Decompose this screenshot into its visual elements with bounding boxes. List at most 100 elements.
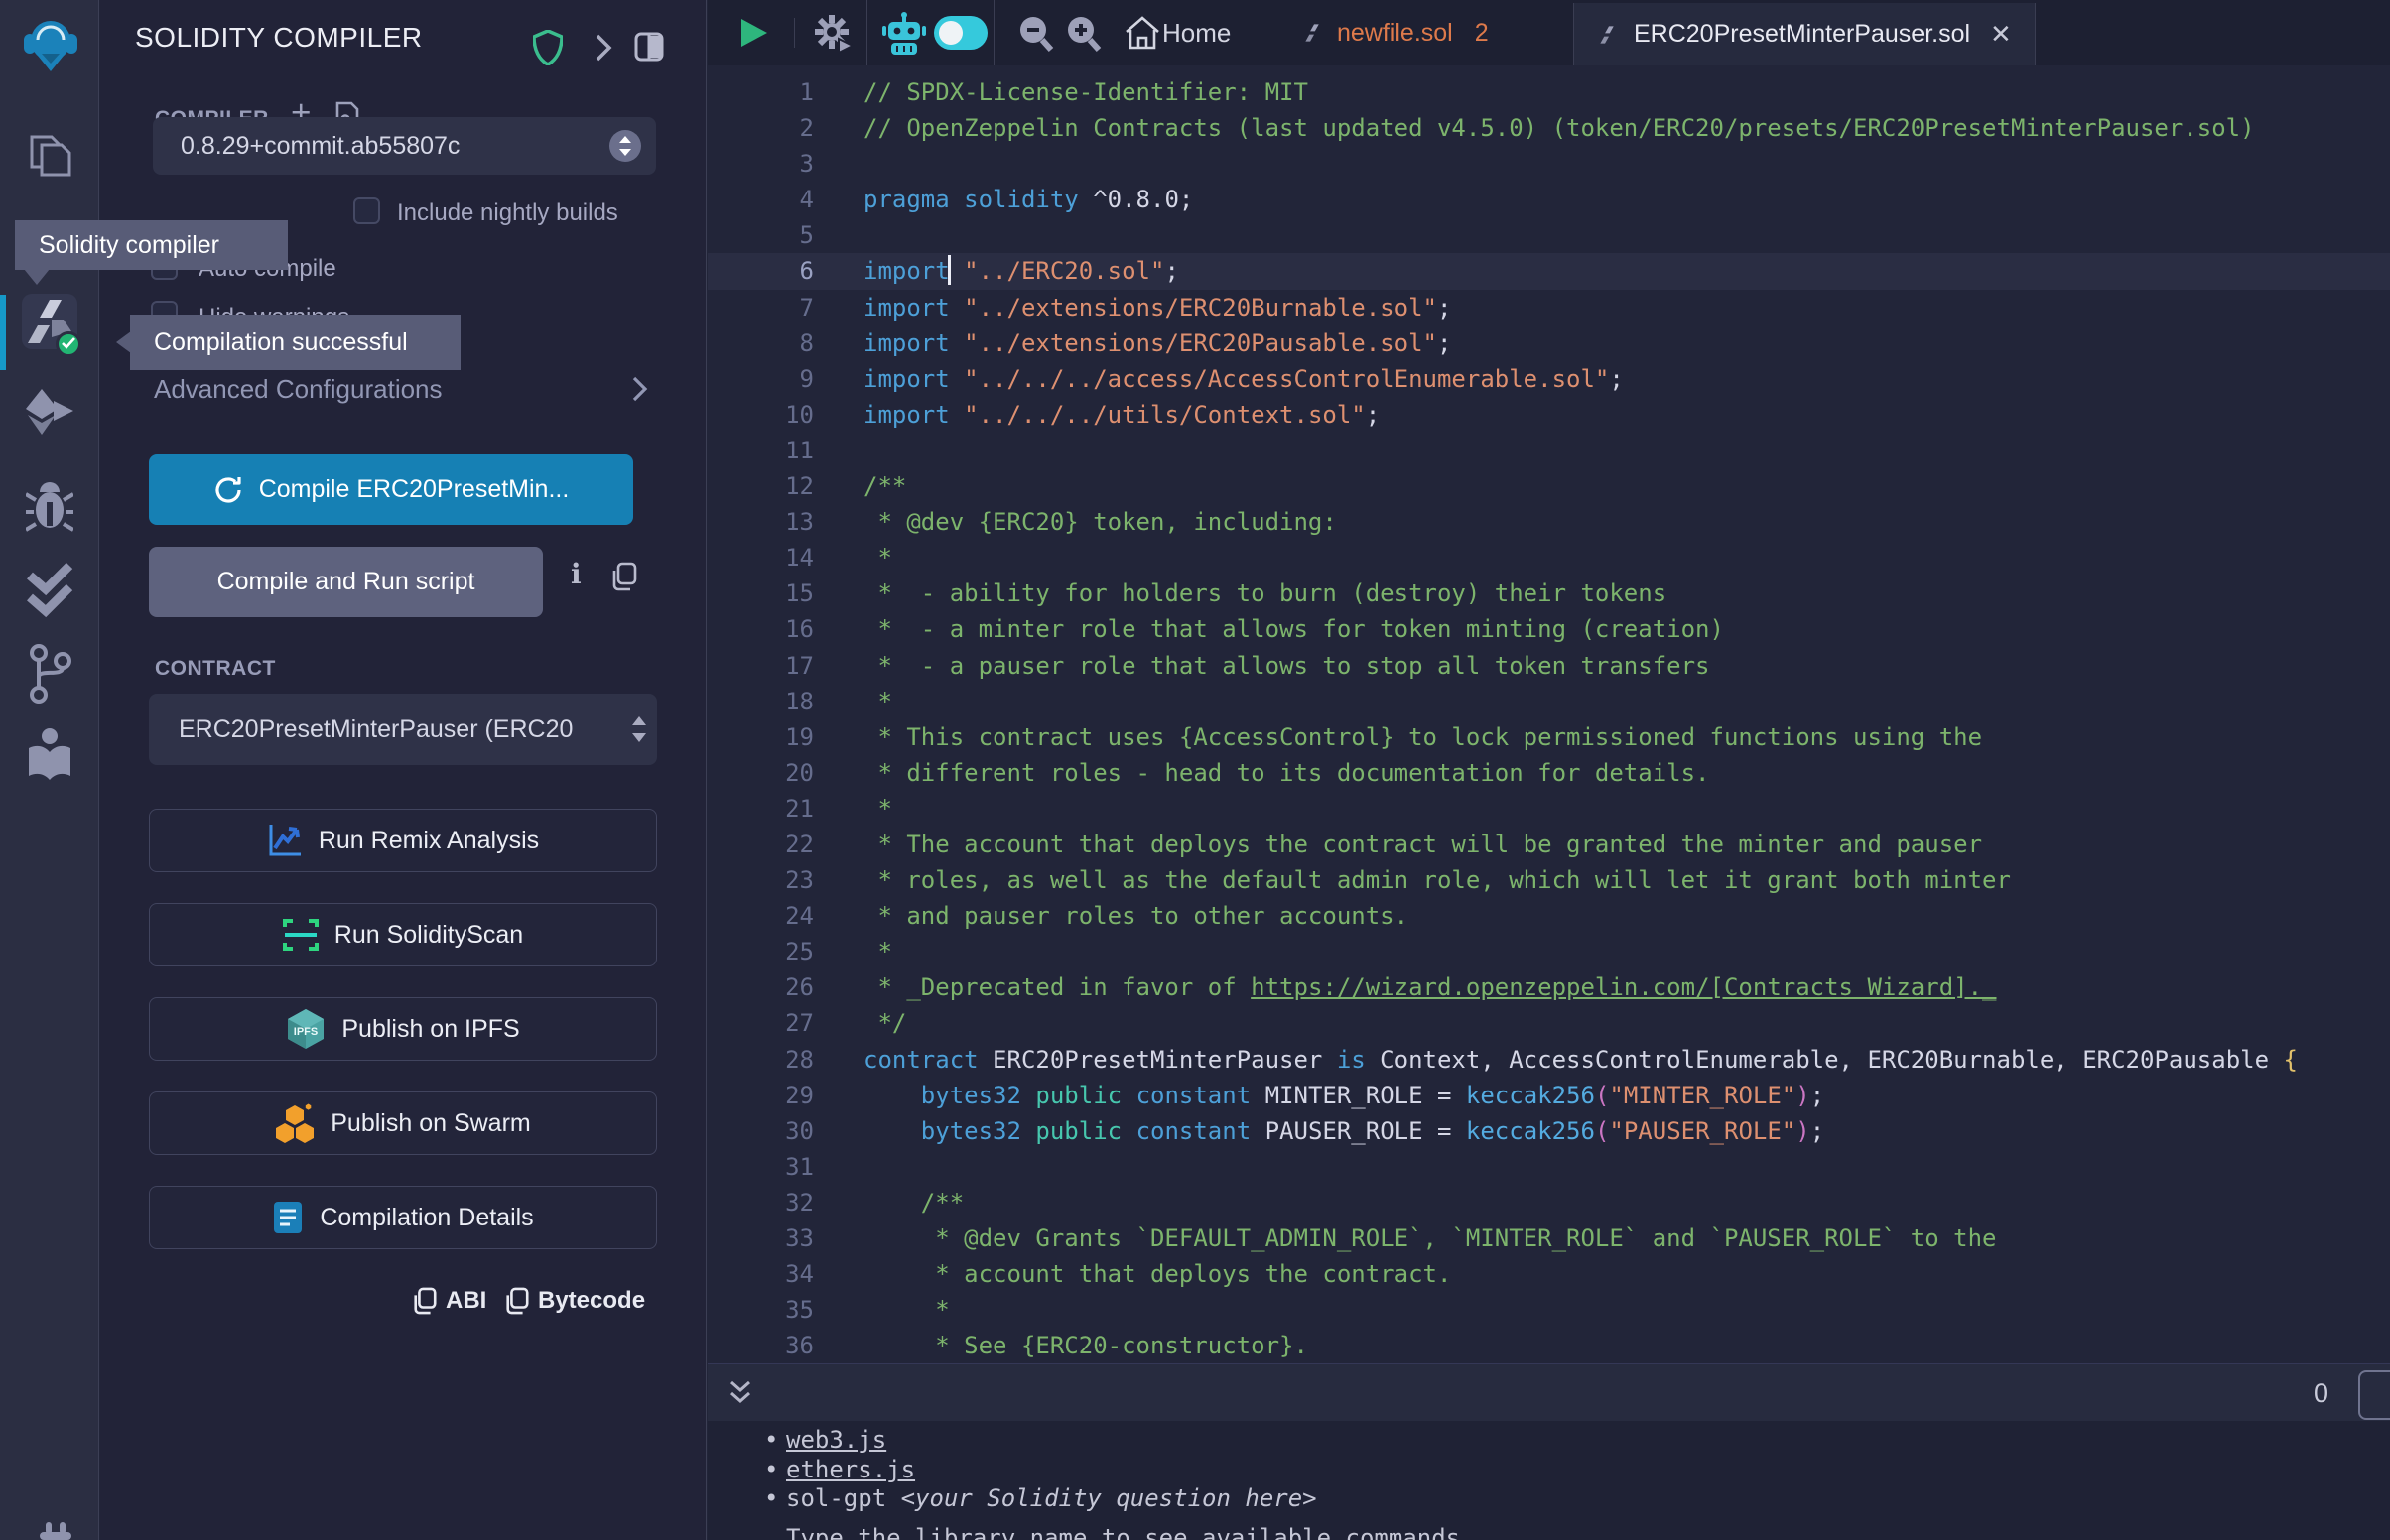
ipfs-icon: IPFS bbox=[286, 1008, 326, 1050]
code-line[interactable]: 6import "../ERC20.sol"; bbox=[708, 253, 2390, 289]
code-line[interactable]: 32 /** bbox=[708, 1185, 2390, 1220]
nightly-builds-label[interactable]: Include nightly builds bbox=[397, 199, 618, 227]
code-line[interactable]: 7import "../extensions/ERC20Burnable.sol… bbox=[708, 290, 2390, 325]
line-number: 29 bbox=[708, 1078, 814, 1113]
code-line[interactable]: 1// SPDX-License-Identifier: MIT bbox=[708, 74, 2390, 110]
code-line[interactable]: 21 * bbox=[708, 791, 2390, 827]
code-line[interactable]: 18 * bbox=[708, 684, 2390, 719]
line-number: 28 bbox=[708, 1042, 814, 1078]
publish-swarm-button[interactable]: Publish on Swarm bbox=[149, 1091, 657, 1155]
abi-label: ABI bbox=[446, 1287, 486, 1315]
script-config-gear-icon[interactable] bbox=[813, 13, 855, 55]
code-editor[interactable]: 1// SPDX-License-Identifier: MIT2// Open… bbox=[708, 65, 2390, 1363]
editor-area: Home newfile.sol 2 ERC20PresetMinterPaus… bbox=[708, 0, 2390, 1540]
deploy-run-icon[interactable] bbox=[24, 387, 75, 449]
code-line[interactable]: 16 * - a minter role that allows for tok… bbox=[708, 611, 2390, 647]
advanced-configurations[interactable]: Advanced Configurations bbox=[154, 374, 443, 405]
terminal-list-item[interactable]: •web3.js bbox=[764, 1426, 2390, 1456]
publish-ipfs-button[interactable]: IPFS Publish on IPFS bbox=[149, 997, 657, 1061]
code-line[interactable]: 28contract ERC20PresetMinterPauser is Co… bbox=[708, 1042, 2390, 1078]
compile-run-script-button[interactable]: Compile and Run script bbox=[149, 547, 543, 617]
line-number: 24 bbox=[708, 898, 814, 934]
close-tab-icon[interactable]: ✕ bbox=[1990, 19, 2012, 50]
code-line[interactable]: 2// OpenZeppelin Contracts (last updated… bbox=[708, 110, 2390, 146]
line-number: 32 bbox=[708, 1185, 814, 1220]
terminal-search-box[interactable] bbox=[2358, 1370, 2390, 1420]
code-line[interactable]: 34 * account that deploys the contract. bbox=[708, 1256, 2390, 1292]
remix-ai-robot-icon[interactable] bbox=[882, 11, 926, 57]
compiler-version-select[interactable]: 0.8.29+commit.ab55807c bbox=[153, 117, 656, 175]
code-line[interactable]: 20 * different roles - head to its docum… bbox=[708, 755, 2390, 791]
code-line[interactable]: 5 bbox=[708, 217, 2390, 253]
code-line[interactable]: 26 * _Deprecated in favor of https://wiz… bbox=[708, 969, 2390, 1005]
line-number: 1 bbox=[708, 74, 814, 110]
code-line[interactable]: 14 * bbox=[708, 540, 2390, 576]
code-line[interactable]: 24 * and pauser roles to other accounts. bbox=[708, 898, 2390, 934]
code-line[interactable]: 15 * - ability for holders to burn (dest… bbox=[708, 576, 2390, 611]
static-analysis-icon[interactable] bbox=[26, 562, 73, 621]
code-line[interactable]: 9import "../../../access/AccessControlEn… bbox=[708, 361, 2390, 397]
tab-newfile-label: newfile.sol bbox=[1337, 19, 1453, 48]
zoom-out-icon[interactable] bbox=[1017, 15, 1055, 53]
code-line[interactable]: 36 * See {ERC20-constructor}. bbox=[708, 1328, 2390, 1363]
zoom-in-icon[interactable] bbox=[1065, 15, 1103, 53]
code-line[interactable]: 31 bbox=[708, 1149, 2390, 1185]
run-solidityscan-button[interactable]: Run SolidityScan bbox=[149, 903, 657, 966]
compilation-details-button[interactable]: Compilation Details bbox=[149, 1186, 657, 1249]
line-number: 36 bbox=[708, 1328, 814, 1363]
nightly-builds-checkbox[interactable] bbox=[353, 197, 380, 224]
code-line[interactable]: 27 */ bbox=[708, 1005, 2390, 1041]
info-icon[interactable]: i bbox=[571, 558, 582, 590]
code-line[interactable]: 12/** bbox=[708, 468, 2390, 504]
copy-abi-button[interactable]: ABI bbox=[412, 1287, 486, 1315]
code-line[interactable]: 11 bbox=[708, 433, 2390, 468]
copy-script-icon[interactable] bbox=[610, 562, 638, 591]
code-line[interactable]: 4pragma solidity ^0.8.0; bbox=[708, 182, 2390, 217]
line-number: 14 bbox=[708, 540, 814, 576]
terminal-list-item[interactable]: •sol-gpt <your Solidity question here> bbox=[764, 1484, 2390, 1514]
code-line[interactable]: 29 bytes32 public constant MINTER_ROLE =… bbox=[708, 1078, 2390, 1113]
terminal-hint-text: Type the library name to see available c… bbox=[764, 1524, 2390, 1540]
code-line[interactable]: 30 bytes32 public constant PAUSER_ROLE =… bbox=[708, 1113, 2390, 1149]
ai-toggle-switch[interactable] bbox=[934, 16, 988, 50]
divider bbox=[866, 0, 867, 65]
home-icon[interactable] bbox=[1125, 16, 1160, 50]
remix-logo-icon[interactable] bbox=[20, 14, 81, 75]
tab-erc20presetminterpauser[interactable]: ERC20PresetMinterPauser.sol ✕ bbox=[1573, 3, 2036, 65]
code-line[interactable]: 17 * - a pauser role that allows to stop… bbox=[708, 648, 2390, 684]
code-line[interactable]: 19 * This contract uses {AccessControl} … bbox=[708, 719, 2390, 755]
code-line[interactable]: 8import "../extensions/ERC20Pausable.sol… bbox=[708, 325, 2390, 361]
code-line[interactable]: 25 * bbox=[708, 934, 2390, 969]
advanced-chevron-icon[interactable] bbox=[632, 376, 648, 402]
code-line[interactable]: 22 * The account that deploys the contra… bbox=[708, 827, 2390, 862]
contract-select[interactable]: ERC20PresetMinterPauser (ERC20 bbox=[149, 694, 657, 765]
shield-icon[interactable] bbox=[533, 30, 563, 65]
terminal-output[interactable]: •web3.js•ethers.js•sol-gpt <your Solidit… bbox=[708, 1421, 2390, 1540]
code-line[interactable]: 23 * roles, as well as the default admin… bbox=[708, 862, 2390, 898]
code-line[interactable]: 10import "../../../utils/Context.sol"; bbox=[708, 397, 2390, 433]
git-branch-icon[interactable] bbox=[29, 643, 72, 705]
terminal-list-item[interactable]: •ethers.js bbox=[764, 1456, 2390, 1485]
file-explorer-icon[interactable] bbox=[28, 127, 73, 179]
compile-button[interactable]: Compile ERC20PresetMin... bbox=[149, 454, 633, 525]
line-number: 2 bbox=[708, 110, 814, 146]
code-line[interactable]: 3 bbox=[708, 146, 2390, 182]
tab-newfile[interactable]: newfile.sol 2 bbox=[1303, 0, 1489, 65]
chevron-right-icon[interactable] bbox=[595, 34, 612, 62]
code-line[interactable]: 13 * @dev {ERC20} token, including: bbox=[708, 504, 2390, 540]
split-view-icon[interactable] bbox=[634, 32, 664, 62]
line-number: 6 bbox=[708, 253, 814, 289]
tab-label: ERC20PresetMinterPauser.sol bbox=[1634, 20, 1970, 49]
code-line[interactable]: 35 * bbox=[708, 1292, 2390, 1328]
line-number: 4 bbox=[708, 182, 814, 217]
run-script-play-icon[interactable] bbox=[739, 17, 769, 49]
copy-icon bbox=[504, 1287, 530, 1315]
learn-book-icon[interactable] bbox=[25, 726, 74, 784]
code-line[interactable]: 33 * @dev Grants `DEFAULT_ADMIN_ROLE`, `… bbox=[708, 1220, 2390, 1256]
run-remix-analysis-button[interactable]: Run Remix Analysis bbox=[149, 809, 657, 872]
expand-terminal-icon[interactable] bbox=[728, 1378, 753, 1408]
home-tab[interactable]: Home bbox=[1162, 0, 1231, 65]
plugin-manager-icon[interactable] bbox=[34, 1522, 77, 1540]
copy-bytecode-button[interactable]: Bytecode bbox=[504, 1287, 645, 1315]
debugger-bug-icon[interactable] bbox=[26, 476, 73, 536]
